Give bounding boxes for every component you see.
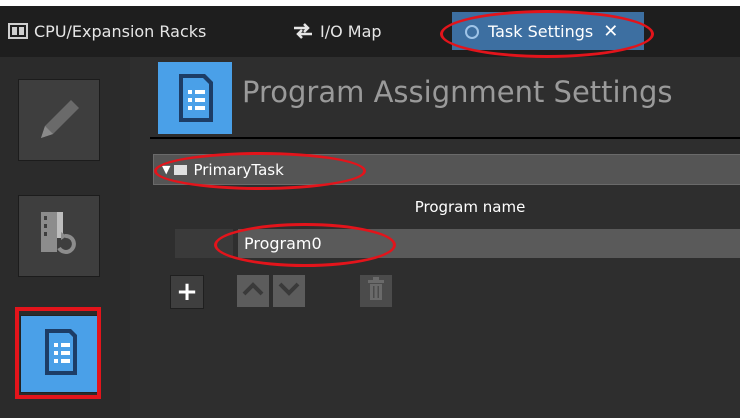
swap-arrows-icon (292, 22, 314, 40)
tab-label: Task Settings (488, 21, 594, 41)
edit-button[interactable] (18, 79, 100, 161)
chevron-down-icon (277, 281, 301, 301)
program-assignment-button[interactable] (20, 315, 98, 393)
left-toolbar (0, 57, 130, 418)
tab-io-map[interactable]: I/O Map (292, 12, 382, 50)
chevron-up-icon (241, 281, 265, 301)
column-header-program-name: Program name (414, 198, 526, 216)
plus-icon: + (176, 277, 198, 307)
trash-icon (366, 277, 386, 305)
tab-cpu-expansion-racks[interactable]: CPU/Expansion Racks (8, 12, 206, 50)
program-name-value: Program0 (244, 234, 322, 253)
task-group-header[interactable]: ▼ PrimaryTask (153, 154, 740, 185)
tab-label: CPU/Expansion Racks (34, 21, 207, 41)
tab-task-settings[interactable]: Task Settings ✕ (452, 12, 644, 50)
title-divider (150, 137, 740, 139)
document-list-icon (37, 325, 81, 383)
editor-tab-bar: CPU/Expansion Racks I/O Map Task Setting… (0, 0, 740, 58)
add-button[interactable]: + (170, 275, 204, 309)
program-restore-icon (31, 206, 87, 266)
program-restore-button[interactable] (18, 195, 100, 277)
row-header[interactable] (175, 229, 233, 258)
page-title: Program Assignment Settings (242, 75, 673, 109)
rack-icon (8, 23, 28, 39)
close-icon[interactable]: ✕ (603, 21, 618, 42)
top-strip (0, 0, 740, 6)
expand-icon[interactable]: ▼ (162, 163, 170, 176)
task-name: PrimaryTask (193, 160, 284, 179)
task-icon (464, 23, 482, 39)
document-list-icon (158, 62, 232, 134)
pencil-icon (31, 90, 87, 150)
program-name-cell[interactable]: Program0 (238, 229, 740, 258)
program-assignment-panel: Program Assignment Settings ▼ PrimaryTas… (130, 57, 740, 418)
delete-button[interactable] (360, 275, 392, 307)
move-down-button[interactable] (273, 275, 305, 307)
move-up-button[interactable] (237, 275, 269, 307)
folder-icon (174, 164, 188, 175)
tab-label: I/O Map (320, 21, 382, 41)
